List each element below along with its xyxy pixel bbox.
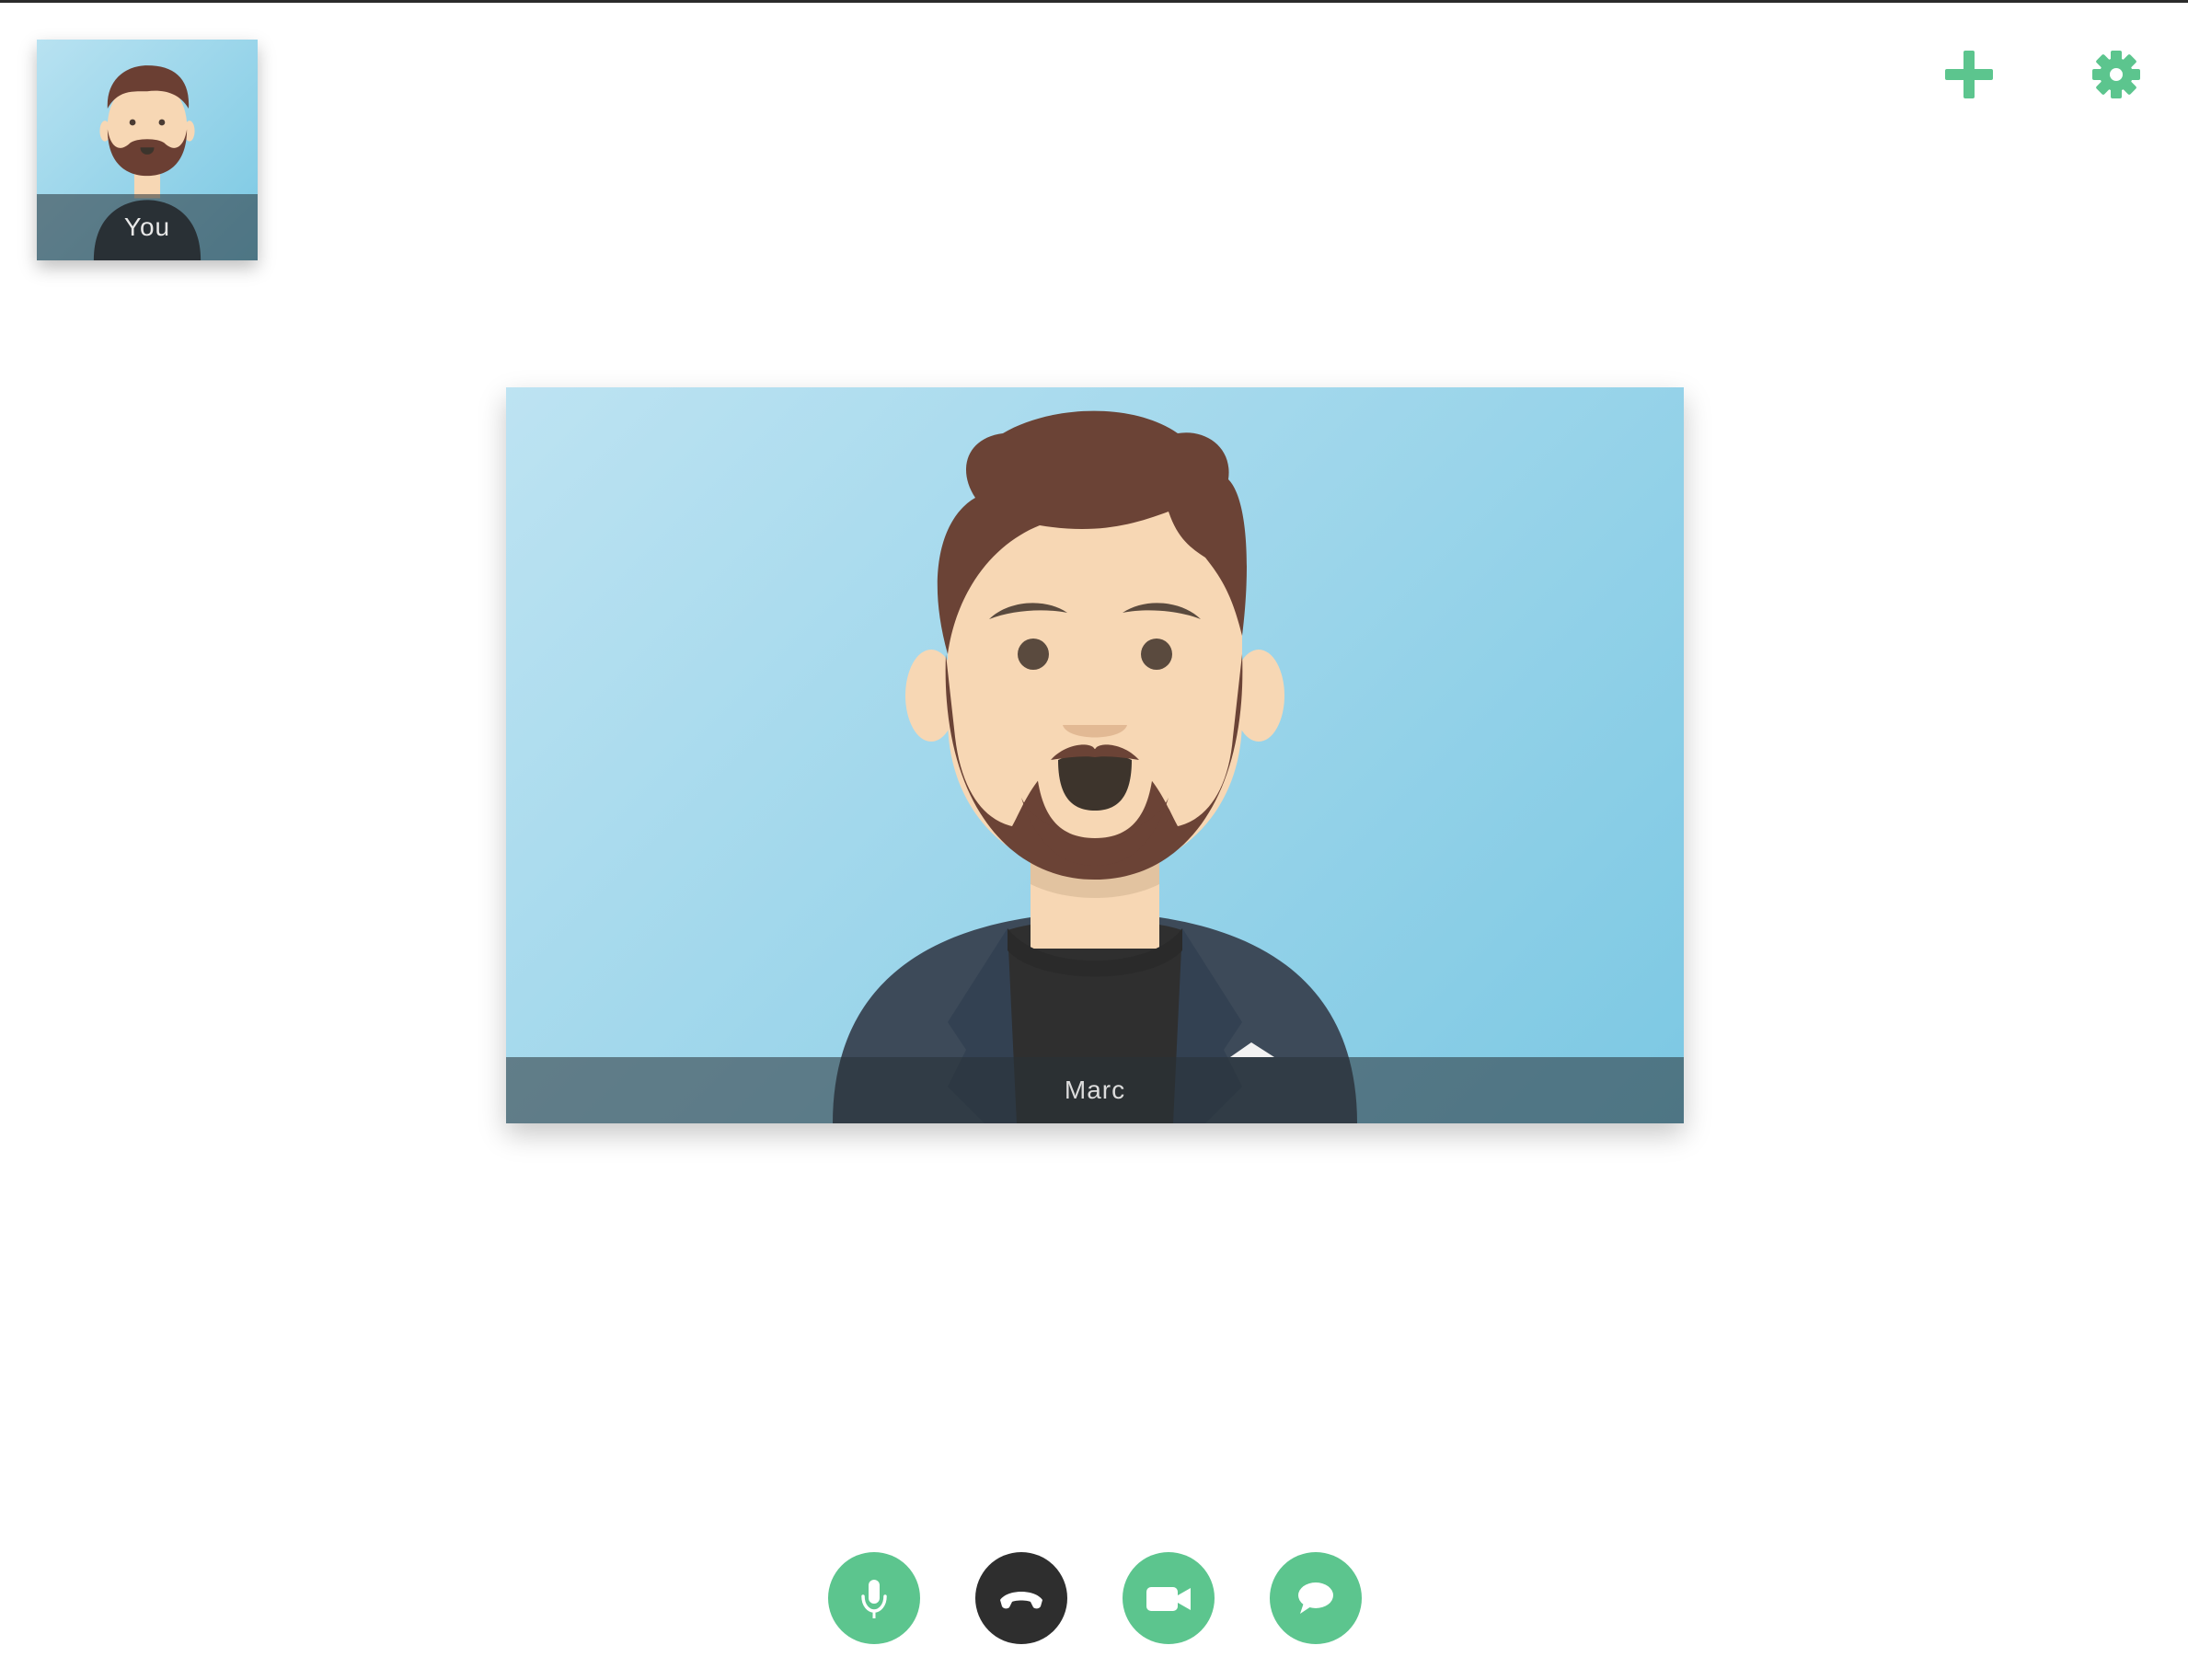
- chat-button[interactable]: [1270, 1552, 1362, 1644]
- call-controls-bar: [0, 1552, 2188, 1644]
- settings-button[interactable]: [2087, 45, 2146, 104]
- remote-avatar: [833, 410, 1357, 1123]
- microphone-toggle-button[interactable]: [828, 1552, 920, 1644]
- microphone-icon: [861, 1580, 887, 1618]
- video-camera-icon: [1146, 1587, 1191, 1611]
- video-call-window: You Marc: [0, 0, 2188, 1680]
- remote-name-label: Marc: [1064, 1076, 1126, 1104]
- hangup-button[interactable]: [975, 1552, 1067, 1644]
- plus-icon: [1945, 51, 1993, 98]
- chat-bubble-icon: [1298, 1582, 1333, 1614]
- phone-hangup-icon: [1000, 1592, 1042, 1609]
- self-name-label: You: [123, 213, 171, 241]
- video-toggle-button[interactable]: [1123, 1552, 1215, 1644]
- self-video-tile[interactable]: You: [37, 40, 258, 260]
- remote-label-bar: Marc: [506, 1057, 1684, 1123]
- gear-icon: [2092, 51, 2140, 98]
- add-participant-button[interactable]: [1940, 45, 1998, 104]
- remote-video-tile[interactable]: Marc: [506, 387, 1684, 1123]
- self-label-bar: You: [37, 194, 258, 260]
